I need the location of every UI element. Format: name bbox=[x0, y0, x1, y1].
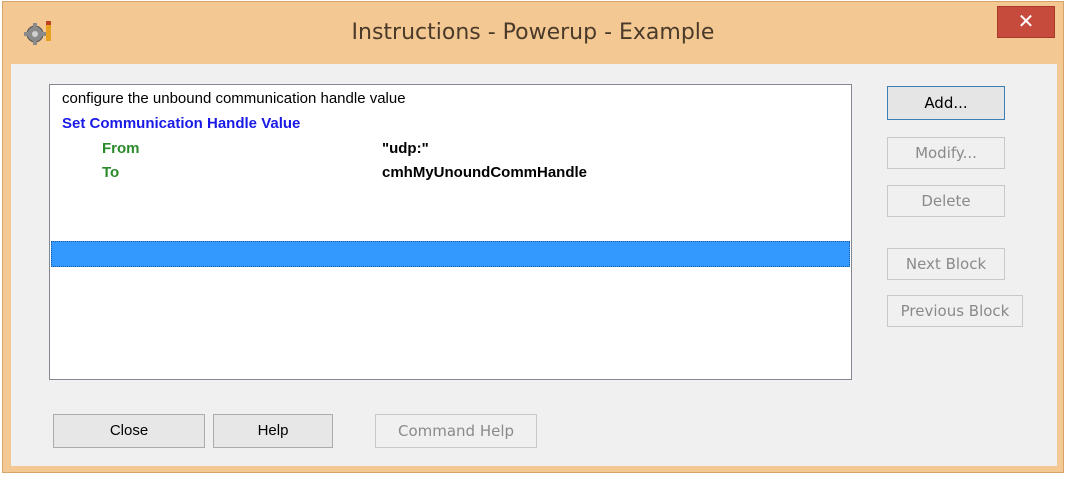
command-help-button[interactable]: Command Help bbox=[375, 414, 537, 448]
param-name-from: From bbox=[102, 140, 140, 157]
param-value-from: "udp:" bbox=[382, 140, 429, 157]
previous-block-button-label: Previous Block bbox=[900, 302, 1010, 320]
help-button[interactable]: Help bbox=[213, 414, 333, 448]
help-button-label: Help bbox=[257, 422, 289, 439]
next-block-button[interactable]: Next Block bbox=[887, 248, 1005, 280]
previous-block-button[interactable]: Previous Block bbox=[887, 295, 1023, 327]
window-title: Instructions - Powerup - Example bbox=[351, 20, 715, 45]
dialog-client-area: configure the unbound communication hand… bbox=[11, 64, 1057, 466]
command-help-button-label: Command Help bbox=[397, 422, 515, 440]
delete-button-label: Delete bbox=[921, 192, 971, 210]
list-item-comment[interactable]: configure the unbound communication hand… bbox=[62, 89, 406, 109]
close-button[interactable]: Close bbox=[53, 414, 205, 448]
instructions-dialog: Instructions - Powerup - Example ✕ confi… bbox=[2, 1, 1064, 473]
add-button-label: Add... bbox=[924, 94, 968, 112]
list-item-command[interactable]: Set Communication Handle Value bbox=[62, 114, 300, 134]
param-name-to: To bbox=[102, 164, 120, 181]
add-button[interactable]: Add... bbox=[887, 86, 1005, 120]
close-button-label: Close bbox=[109, 422, 149, 439]
close-icon: ✕ bbox=[1017, 9, 1035, 33]
instructions-list[interactable]: configure the unbound communication hand… bbox=[49, 84, 852, 380]
modify-button[interactable]: Modify... bbox=[887, 137, 1005, 169]
modify-button-label: Modify... bbox=[915, 144, 977, 162]
close-window-button[interactable]: ✕ bbox=[997, 6, 1055, 38]
title-bar[interactable]: Instructions - Powerup - Example ✕ bbox=[3, 2, 1063, 64]
param-value-to: cmhMyUnoundCommHandle bbox=[382, 164, 588, 181]
next-block-button-label: Next Block bbox=[905, 255, 987, 273]
delete-button[interactable]: Delete bbox=[887, 185, 1005, 217]
list-item-selected-empty[interactable] bbox=[51, 241, 850, 267]
